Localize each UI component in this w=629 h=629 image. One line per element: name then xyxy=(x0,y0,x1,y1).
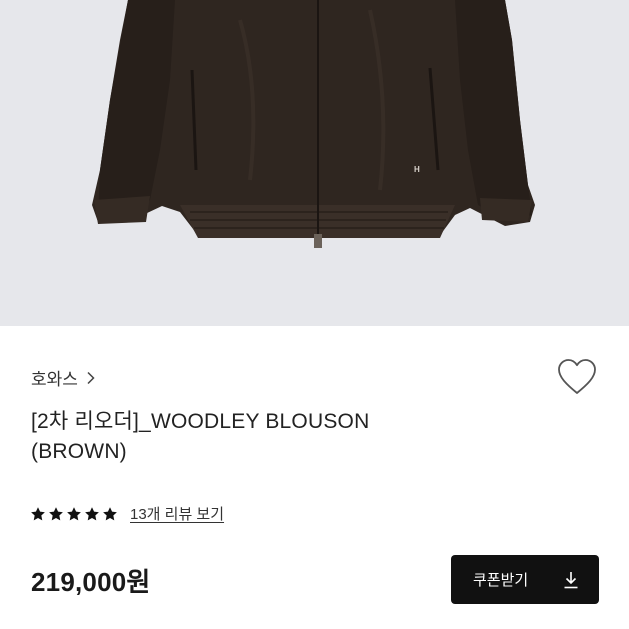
jacket-photo: H xyxy=(0,0,629,326)
wishlist-button[interactable] xyxy=(556,357,598,397)
product-title: [2차 리오더]_WOODLEY BLOUSON (BROWN) xyxy=(31,410,370,463)
heart-outline-icon xyxy=(556,359,598,401)
download-icon xyxy=(563,571,579,589)
review-link[interactable]: 13개 리뷰 보기 xyxy=(130,503,224,524)
brand-link[interactable]: 호와스 xyxy=(31,365,98,390)
svg-text:H: H xyxy=(414,165,420,174)
coupon-download-button[interactable]: 쿠폰받기 xyxy=(451,555,599,604)
rating-row: 13개 리뷰 보기 xyxy=(30,503,224,524)
star-icon xyxy=(84,506,100,522)
star-icon xyxy=(102,506,118,522)
coupon-button-label: 쿠폰받기 xyxy=(473,572,529,589)
star-icon xyxy=(66,506,82,522)
star-icon xyxy=(48,506,64,522)
chevron-right-icon xyxy=(84,371,98,385)
product-price: 219,000원 xyxy=(31,567,151,597)
star-icon xyxy=(30,506,46,522)
brand-name: 호와스 xyxy=(31,370,78,389)
rating-stars xyxy=(30,506,118,522)
product-image[interactable]: H xyxy=(0,0,629,326)
